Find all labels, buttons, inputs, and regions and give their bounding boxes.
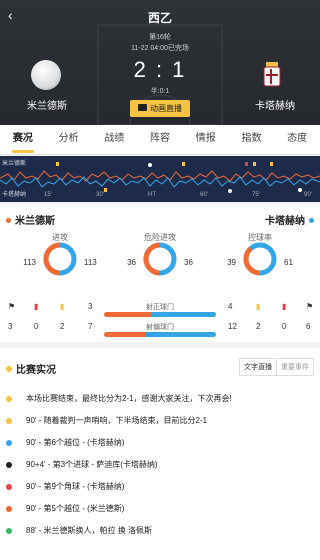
tab-live[interactable]: 赛况: [0, 125, 46, 154]
event-item: 90+4' - 第3个进球 - 萨迪库(卡塔赫纳): [0, 454, 320, 476]
event-item: 90' - 第9个角球 - (卡塔赫纳): [0, 476, 320, 498]
yellow-card-icon: ▮: [60, 302, 65, 311]
bar-label: 射偏球门: [146, 324, 174, 331]
home-team-name[interactable]: 米兰德斯: [20, 97, 74, 112]
tab-record[interactable]: 战绩: [91, 125, 137, 154]
tab-bar: 赛况 分析 战绩 阵容 情报 指数 态度: [0, 125, 320, 155]
event-item: 90' - 第5个越位 - (米兰德斯): [0, 498, 320, 520]
ring-home-value: 39: [227, 258, 236, 267]
bar-away-value: 12: [228, 322, 237, 331]
whistle-icon: [6, 418, 12, 424]
stats-away-name: 卡塔赫纳: [265, 212, 314, 227]
ring-chart: [243, 242, 277, 276]
match-time: 11-22 04:00已完场: [131, 45, 189, 52]
bulb-icon: [6, 366, 12, 373]
tab-info[interactable]: 情报: [183, 125, 229, 154]
stats-card: 米兰德斯 卡塔赫纳 进攻 113 113 危险进攻 36 36 控球率 39 6…: [0, 204, 320, 342]
corner-flag-icon: [6, 484, 12, 490]
round-label: 第16轮: [149, 34, 171, 41]
home-corners-value: 3: [8, 322, 13, 331]
stats-home-name: 米兰德斯: [6, 212, 55, 227]
goal-icon: [6, 462, 12, 468]
red-card-icon: ▮: [34, 302, 39, 311]
yellow-card-icon: ▮: [256, 302, 261, 311]
league-title: 西乙: [147, 11, 172, 25]
text-live-button[interactable]: 文字直播: [239, 358, 277, 376]
ring-possession: 控球率 39 61: [210, 232, 310, 292]
ring-home-value: 113: [23, 258, 36, 267]
ring-away-value: 113: [84, 258, 97, 267]
bar-away-value: 4: [228, 302, 233, 311]
tab-odds[interactable]: 指数: [229, 125, 275, 154]
tick-label: 90': [304, 192, 312, 198]
home-yellow-value: 2: [60, 322, 65, 331]
red-card-icon: ▮: [282, 302, 287, 311]
event-item: 本场比赛结束，最终比分为2-1，感谢大家关注，下次再会!: [0, 388, 320, 410]
momentum-timeline[interactable]: 米兰德斯 卡塔赫纳 15' 30' HT 60' 75' 90': [0, 156, 320, 202]
offside-icon: [6, 506, 12, 512]
away-corners-value: 6: [306, 322, 311, 331]
events-card: 比赛实况 文字直播 重要事件 本场比赛结束，最终比分为2-1，感谢大家关注，下次…: [0, 348, 320, 560]
animation-live-button[interactable]: 动画直播: [130, 100, 190, 117]
away-team-logo[interactable]: [262, 60, 282, 90]
ring-away-value: 61: [284, 258, 293, 267]
event-item: 90' - 随着裁判一声哨响，下半场结束，目前比分2-1: [0, 410, 320, 432]
away-red-value: 0: [282, 322, 287, 331]
ring-danger: 危险进攻 36 36: [110, 232, 210, 292]
corner-icon: ⚑: [306, 302, 314, 311]
match-header: ‹ 西乙 第16轮 11-22 04:00已完场 2 : 1 半:0:1 动画直…: [0, 0, 320, 125]
ring-chart: [43, 242, 77, 276]
bar-shots-off: 3 0 2 7 射偏球门 12 2 0 6: [0, 322, 320, 337]
tab-analysis[interactable]: 分析: [46, 125, 92, 154]
home-red-value: 0: [34, 322, 39, 331]
events-list: 本场比赛结束，最终比分为2-1，感谢大家关注，下次再会! 90' - 随着裁判一…: [0, 388, 320, 542]
bar-track: [104, 312, 216, 317]
tick-label: HT: [148, 192, 156, 198]
bar-shots-on: ⚑ ▮ ▮ 3 射正球门 4 ▮ ▮ ⚑: [0, 302, 320, 317]
offside-icon: [6, 440, 12, 446]
events-toggle: 文字直播 重要事件: [239, 358, 314, 376]
bar-home-value: 3: [88, 302, 93, 311]
corner-icon: ⚑: [8, 302, 16, 311]
event-item: 88' - 米兰德斯换人，帕拉 换 洛佩斯: [0, 520, 320, 542]
home-team-logo[interactable]: [31, 60, 61, 90]
tv-icon: [138, 104, 147, 112]
bar-track: [104, 332, 216, 337]
tick-label: 30': [96, 192, 104, 198]
event-item: 90' - 第6个越位 - (卡塔赫纳): [0, 432, 320, 454]
timeline-ticks: 15' 30' HT 60' 75' 90': [0, 192, 320, 200]
events-title: 比赛实况: [6, 361, 56, 376]
whistle-icon: [6, 396, 12, 402]
tab-attitude[interactable]: 态度: [274, 125, 320, 154]
ring-chart: [143, 242, 177, 276]
bar-label: 射正球门: [146, 304, 174, 311]
tab-lineup[interactable]: 阵容: [137, 125, 183, 154]
ring-attack: 进攻 113 113: [10, 232, 110, 292]
away-team-name[interactable]: 卡塔赫纳: [248, 97, 302, 112]
key-events-button[interactable]: 重要事件: [277, 358, 314, 376]
substitution-icon: [6, 528, 12, 534]
tick-label: 60': [200, 192, 208, 198]
tick-label: 15': [44, 192, 52, 198]
away-yellow-value: 2: [256, 322, 261, 331]
bar-home-value: 7: [88, 322, 93, 331]
ring-away-value: 36: [184, 258, 193, 267]
ring-home-value: 36: [127, 258, 136, 267]
tick-label: 75': [252, 192, 260, 198]
